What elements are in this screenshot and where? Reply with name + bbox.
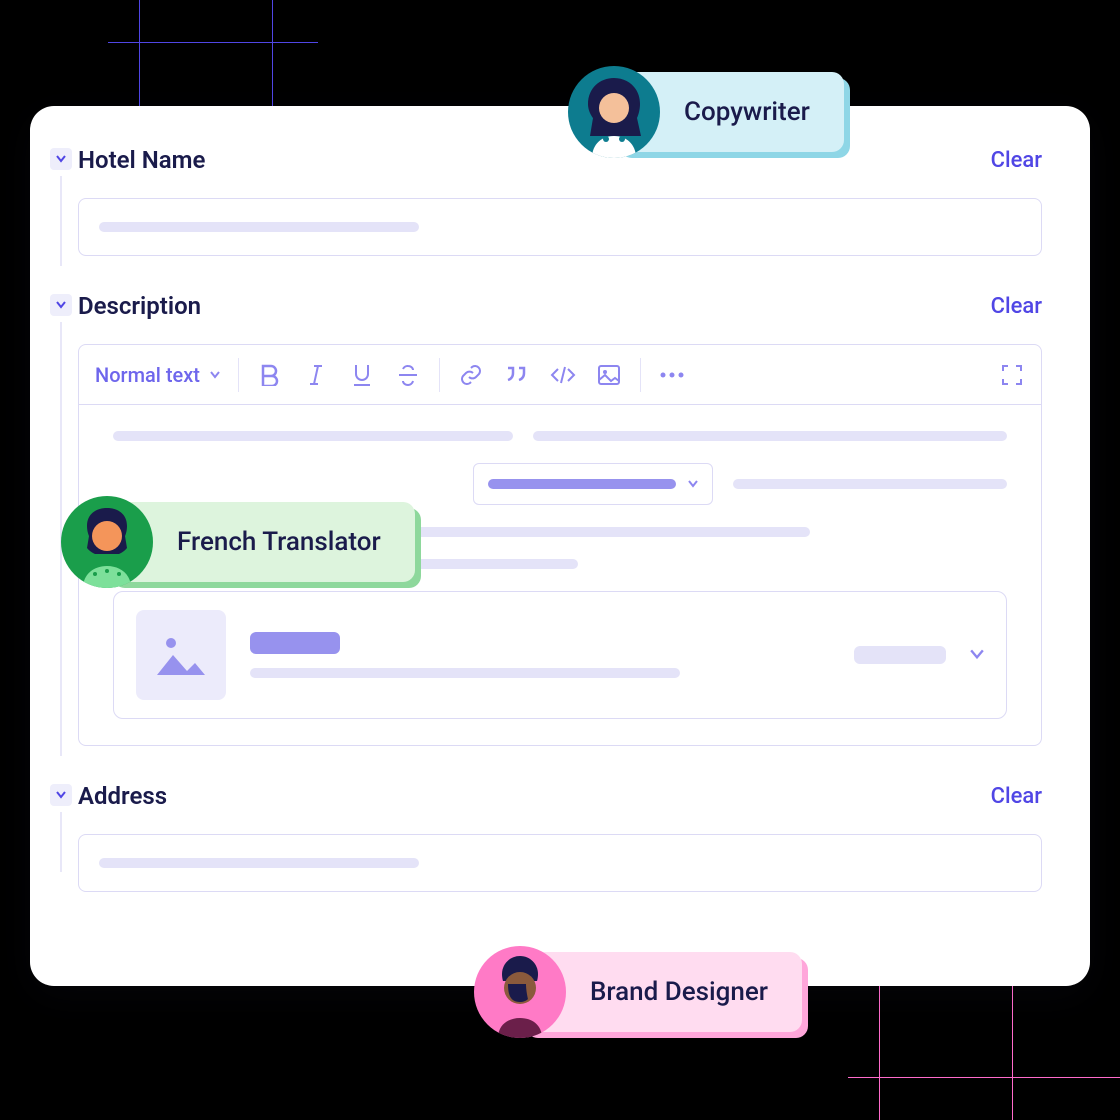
role-badge-translator: French Translator — [107, 502, 415, 582]
avatar-icon — [61, 496, 153, 588]
strikethrough-button[interactable] — [395, 362, 421, 388]
role-label: Copywriter — [660, 97, 844, 127]
image-placeholder-icon — [136, 610, 226, 700]
inline-dropdown[interactable] — [473, 463, 713, 505]
address-input[interactable] — [78, 834, 1042, 892]
chevron-down-icon — [970, 648, 984, 662]
collapse-toggle[interactable] — [50, 784, 72, 806]
field-address: Address Clear — [78, 782, 1042, 892]
italic-button[interactable] — [303, 362, 329, 388]
clear-button[interactable]: Clear — [991, 784, 1042, 809]
collapse-toggle[interactable] — [50, 148, 72, 170]
role-label: French Translator — [153, 527, 415, 557]
collapse-toggle[interactable] — [50, 294, 72, 316]
field-label: Description — [78, 292, 201, 320]
avatar-icon — [568, 66, 660, 158]
role-label: Brand Designer — [566, 977, 802, 1007]
media-block[interactable] — [113, 591, 1007, 719]
code-button[interactable] — [550, 362, 576, 388]
role-badge-designer: Brand Designer — [520, 952, 802, 1032]
clear-button[interactable]: Clear — [991, 148, 1042, 173]
field-label: Address — [78, 782, 167, 810]
underline-button[interactable] — [349, 362, 375, 388]
more-button[interactable] — [659, 362, 685, 388]
bold-button[interactable] — [257, 362, 283, 388]
field-label: Hotel Name — [78, 146, 205, 174]
clear-button[interactable]: Clear — [991, 294, 1042, 319]
role-badge-copywriter: Copywriter — [614, 72, 844, 152]
quote-button[interactable] — [504, 362, 530, 388]
format-select[interactable]: Normal text — [95, 363, 238, 387]
link-button[interactable] — [458, 362, 484, 388]
image-button[interactable] — [596, 362, 622, 388]
hotel-name-input[interactable] — [78, 198, 1042, 256]
rte-toolbar: Normal text — [79, 345, 1041, 405]
fullscreen-button[interactable] — [999, 362, 1025, 388]
field-hotel-name: Hotel Name Clear — [78, 146, 1042, 256]
avatar-icon — [474, 946, 566, 1038]
